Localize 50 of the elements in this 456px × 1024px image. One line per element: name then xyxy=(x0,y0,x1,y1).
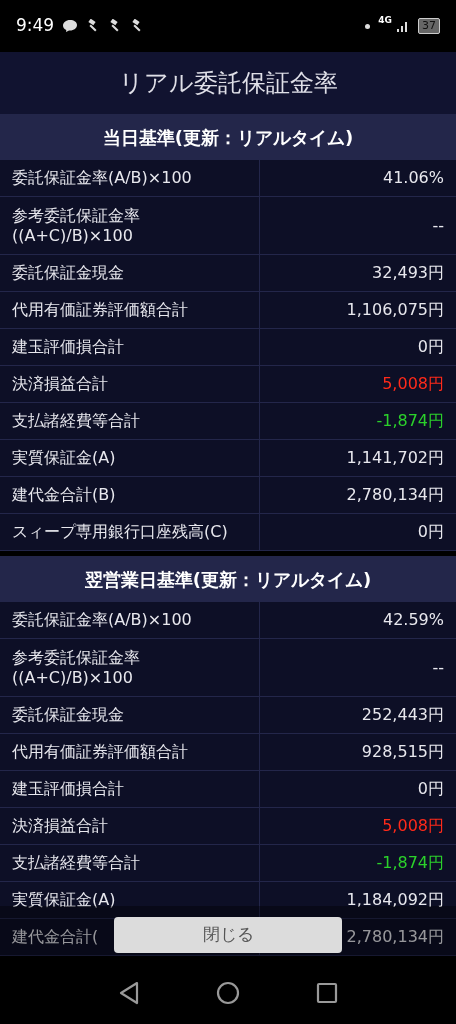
row-label: 委託保証金現金 xyxy=(12,705,124,725)
back-icon[interactable] xyxy=(118,981,140,1005)
section-heading: 翌営業日基準(更新：リアルタイム) xyxy=(84,567,372,592)
row-value: 2,780,134円 xyxy=(346,926,444,948)
row-value: 5,008円 xyxy=(382,815,444,837)
row-label: 委託保証金現金 xyxy=(12,263,124,283)
row-label: 代用有価証券評価額合計 xyxy=(12,742,188,762)
row-label: 決済損益合計 xyxy=(12,816,108,836)
close-button[interactable]: 閉じる xyxy=(114,917,342,953)
row-label: 代用有価証券評価額合計 xyxy=(12,300,188,320)
home-icon[interactable] xyxy=(216,981,240,1005)
row-value: 252,443円 xyxy=(361,704,444,726)
page-title: リアル委託保証金率 xyxy=(118,68,338,99)
row-value: 5,008円 xyxy=(382,373,444,395)
row-label: 参考委託保証金率 ((A+C)/B)×100 xyxy=(12,205,140,246)
row-label: 委託保証金率(A/B)×100 xyxy=(12,168,192,188)
row-label: スィープ専用銀行口座残高(C) xyxy=(12,522,228,542)
row-value: -1,874円 xyxy=(376,852,444,874)
row-value: -- xyxy=(432,214,444,237)
row-label: 実質保証金(A) xyxy=(12,448,116,468)
signal-icon xyxy=(396,19,410,33)
chat-bubble-icon xyxy=(62,19,79,33)
row-label: 実質保証金(A) xyxy=(12,890,116,910)
row-value: 32,493円 xyxy=(372,262,444,284)
row-value: 1,106,075円 xyxy=(346,299,444,321)
row-label: 委託保証金率(A/B)×100 xyxy=(12,610,192,630)
battery-indicator: 37 xyxy=(418,18,440,34)
row-value: 42.59% xyxy=(383,609,444,631)
row-label: 決済損益合計 xyxy=(12,374,108,394)
row-label: 支払諸経費等合計 xyxy=(12,853,140,873)
row-value: 2,780,134円 xyxy=(346,484,444,506)
row-label: 建代金合計(B) xyxy=(12,485,116,505)
status-time: 9:49 xyxy=(16,14,55,38)
row-value: -- xyxy=(432,656,444,679)
row-value: 928,515円 xyxy=(361,741,444,763)
section-heading: 当日基準(更新：リアルタイム) xyxy=(102,125,354,150)
network-type: 4G xyxy=(378,14,392,27)
row-value: 0円 xyxy=(417,778,444,800)
row-value: 0円 xyxy=(417,521,444,543)
row-value: 41.06% xyxy=(383,167,444,189)
row-label: 参考委託保証金率 ((A+C)/B)×100 xyxy=(12,647,140,688)
row-label: 建玉評価損合計 xyxy=(12,779,124,799)
row-value: 0円 xyxy=(417,336,444,358)
row-value: -1,874円 xyxy=(376,410,444,432)
row-value: 1,141,702円 xyxy=(346,447,444,469)
recents-icon[interactable] xyxy=(316,982,338,1004)
row-label: 支払諸経費等合計 xyxy=(12,411,140,431)
row-label: 建玉評価損合計 xyxy=(12,337,124,357)
row-label: 建代金合計( xyxy=(12,927,99,947)
row-value: 1,184,092円 xyxy=(346,889,444,911)
